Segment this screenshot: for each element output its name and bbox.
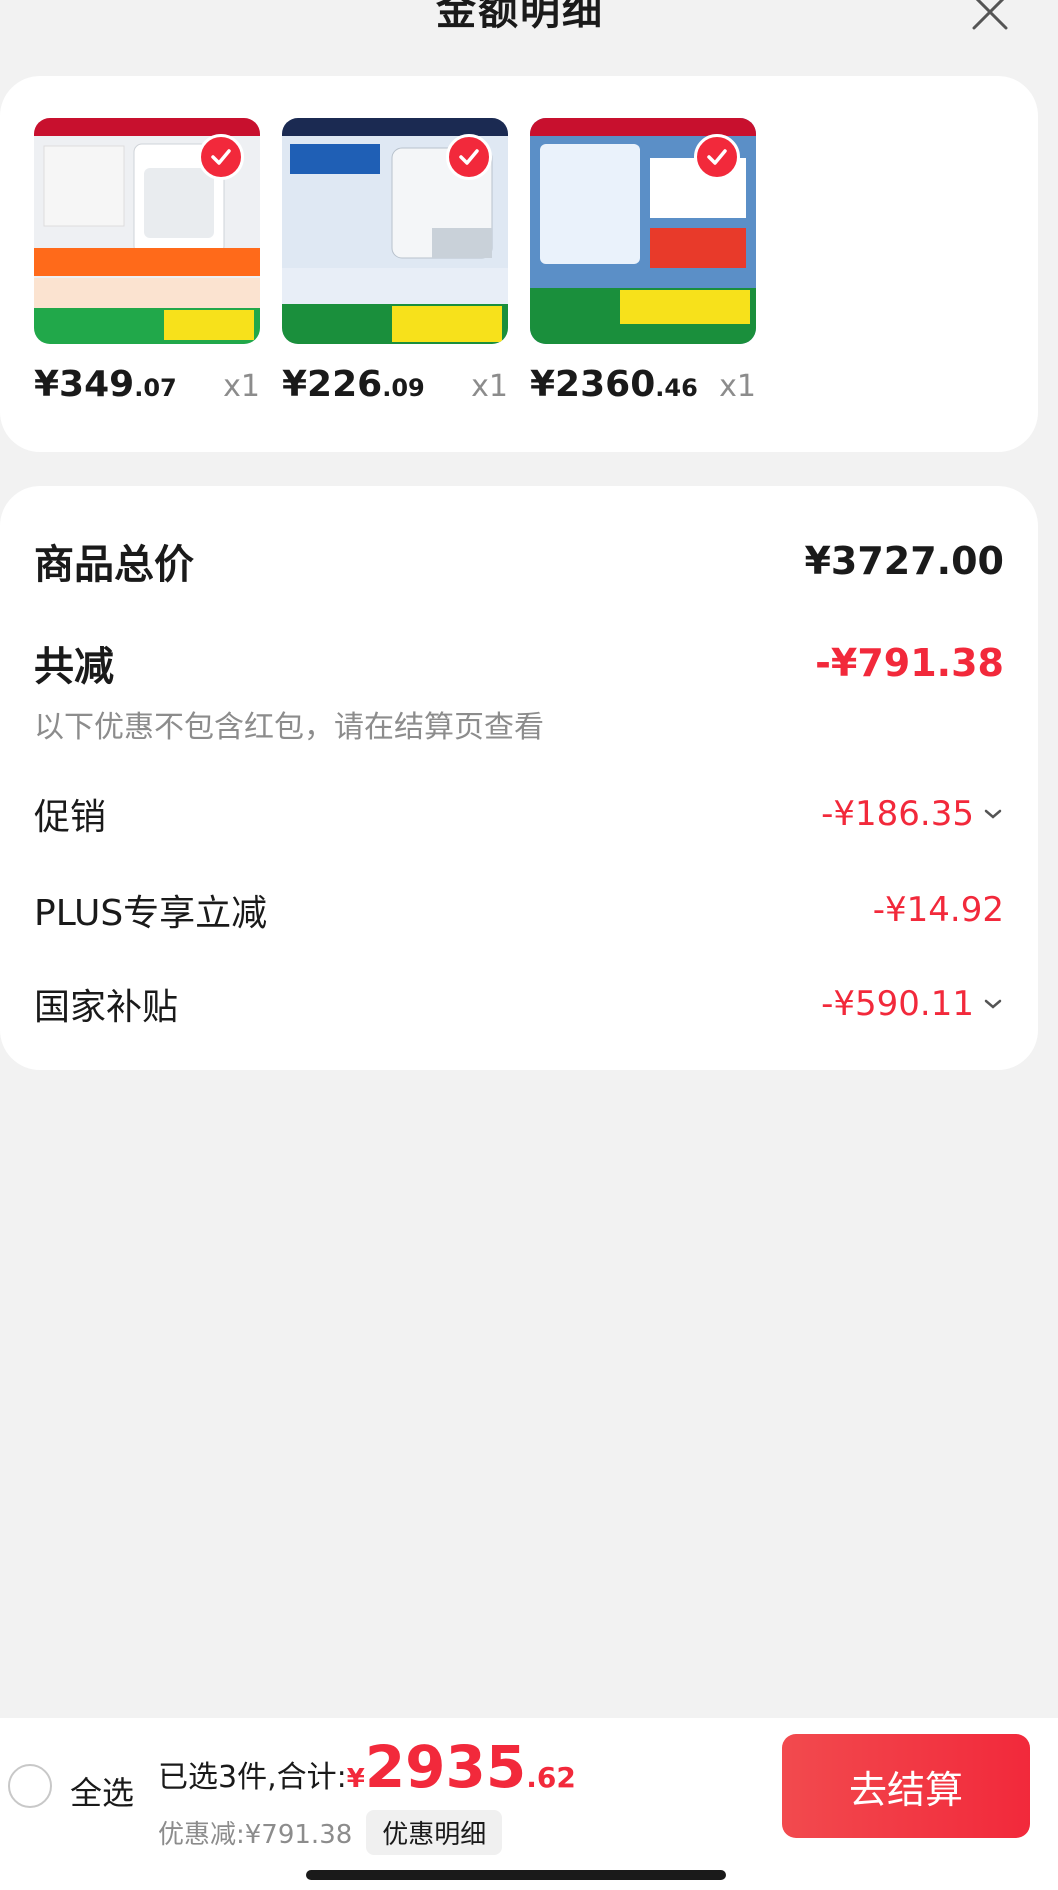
price-integer: ¥349: [34, 364, 135, 405]
checkbox-checked-icon[interactable]: [694, 134, 740, 180]
chevron-down-icon: [984, 809, 1002, 819]
price-row: ¥2360.46 x1: [530, 364, 756, 414]
product-price: ¥2360.46: [530, 364, 698, 405]
goods-total-label: 商品总价: [34, 542, 194, 588]
amount-summary-card: 商品总价 ¥3727.00 共减 -¥791.38 以下优惠不包含红包，请在结算…: [0, 486, 1038, 1070]
product-image[interactable]: [34, 118, 260, 344]
product-price: ¥349.07: [34, 364, 177, 405]
total-currency: ¥: [346, 1764, 365, 1794]
product-price: ¥226.09: [282, 364, 425, 405]
plus-discount-label: PLUS专享立减: [34, 893, 268, 934]
promotion-row[interactable]: 促销 -¥186.35: [34, 788, 1004, 840]
product-item[interactable]: ¥2360.46 x1: [530, 118, 756, 405]
discount-line: 优惠减:¥791.38 优惠明细: [158, 1810, 503, 1855]
select-all-radio[interactable]: [8, 1764, 52, 1808]
checkbox-checked-icon[interactable]: [446, 134, 492, 180]
product-image[interactable]: [530, 118, 756, 344]
chevron-down-icon: [984, 999, 1002, 1009]
product-quantity: x1: [719, 369, 756, 404]
checkout-bar: 全选 已选3件,合计: ¥ 2935 .62 优惠减:¥791.38 优惠明细 …: [0, 1718, 1058, 1890]
plus-discount-value: -¥14.92: [872, 890, 1004, 930]
price-integer: ¥2360: [530, 364, 656, 405]
price-decimal: .46: [655, 374, 698, 402]
plus-discount-row: PLUS专享立减 -¥14.92: [34, 884, 1004, 936]
total-line: 已选3件,合计: ¥ 2935 .62: [158, 1738, 576, 1796]
product-item[interactable]: ¥226.09 x1: [282, 118, 508, 405]
subsidy-row[interactable]: 国家补贴 -¥590.11: [34, 978, 1004, 1030]
price-row: ¥349.07 x1: [34, 364, 260, 414]
product-quantity: x1: [223, 369, 260, 404]
sheet-title: 金额明细: [436, 0, 604, 34]
close-icon[interactable]: [966, 0, 1014, 36]
promotion-toggle[interactable]: -¥186.35: [821, 794, 1004, 834]
product-image[interactable]: [282, 118, 508, 344]
total-discount-value: -¥791.38: [815, 641, 1004, 685]
total-discount-row: 共减 -¥791.38: [34, 634, 1004, 692]
products-card: ¥349.07 x1 ¥226.09 x1 ¥2360.46 x1: [0, 76, 1038, 452]
promotion-value: -¥186.35: [821, 794, 974, 834]
product-quantity: x1: [471, 369, 508, 404]
discount-text: 优惠减:¥791.38: [158, 1820, 353, 1850]
total-integer: 2935: [364, 1733, 527, 1801]
goods-total-row: 商品总价 ¥3727.00: [34, 532, 1004, 590]
discount-detail-button[interactable]: 优惠明细: [366, 1810, 503, 1855]
subsidy-value: -¥590.11: [821, 984, 974, 1024]
price-row: ¥226.09 x1: [282, 364, 508, 414]
checkbox-checked-icon[interactable]: [198, 134, 244, 180]
subsidy-label: 国家补贴: [34, 987, 179, 1028]
price-decimal: .07: [134, 374, 177, 402]
price-integer: ¥226: [282, 364, 383, 405]
total-decimal: .62: [526, 1761, 576, 1794]
total-discount-label: 共减: [34, 644, 114, 690]
subsidy-toggle[interactable]: -¥590.11: [821, 984, 1004, 1024]
selected-count-text: 已选3件,合计:: [158, 1760, 347, 1795]
goods-total-value: ¥3727.00: [804, 539, 1004, 583]
select-all-label[interactable]: 全选: [70, 1768, 134, 1814]
discount-note: 以下优惠不包含红包，请在结算页查看: [34, 710, 544, 745]
promotion-label: 促销: [34, 797, 107, 838]
home-indicator: [306, 1870, 726, 1880]
checkout-button[interactable]: 去结算: [782, 1734, 1030, 1838]
price-decimal: .09: [382, 374, 425, 402]
product-item[interactable]: ¥349.07 x1: [34, 118, 260, 405]
